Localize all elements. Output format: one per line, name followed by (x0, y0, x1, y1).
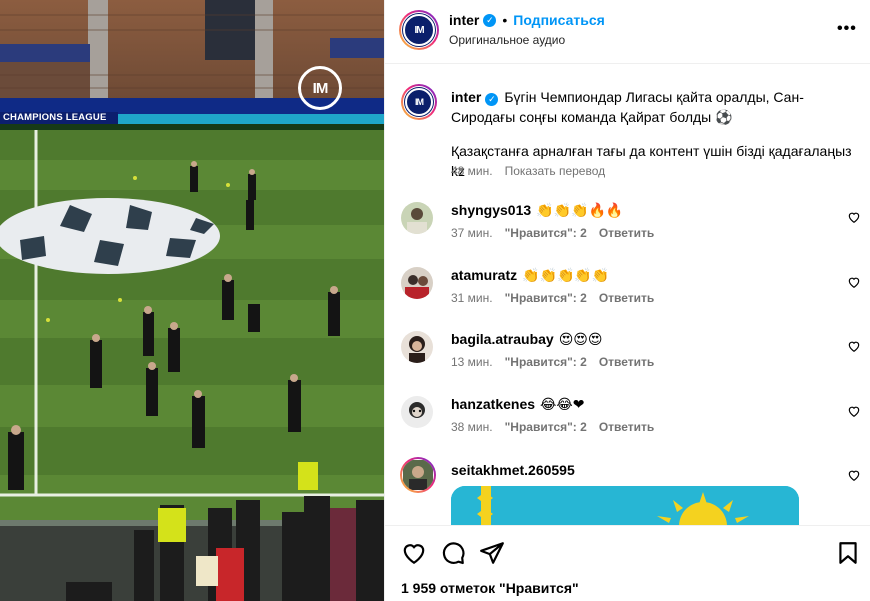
more-options-icon[interactable]: ••• (837, 20, 857, 38)
comment-time[interactable]: 38 мин. (451, 420, 493, 434)
separator: • (502, 12, 508, 28)
commenter-photo (403, 460, 433, 490)
comment-time[interactable]: 37 мин. (451, 226, 493, 240)
verified-badge-icon: ✓ (485, 92, 499, 106)
comment-likes[interactable]: "Нравится": 2 (505, 291, 587, 305)
comment-likes[interactable]: "Нравится": 2 (505, 420, 587, 434)
follow-button[interactable]: Подписаться (513, 12, 605, 28)
like-heart-icon[interactable] (401, 540, 427, 566)
comment-time[interactable]: 13 мин. (451, 355, 493, 369)
inter-logo-icon: IM (405, 88, 433, 116)
post-header: IM inter ✓ • Подписаться Оригинальное ау… (385, 0, 870, 64)
audio-link[interactable]: Оригинальное аудио (449, 33, 565, 47)
comment-username[interactable]: seitakhmet.260595 (451, 462, 575, 478)
reply-button[interactable]: Ответить (599, 355, 654, 369)
post-panel: IM inter ✓ • Подписаться Оригинальное ау… (384, 0, 870, 601)
reply-button[interactable]: Ответить (599, 291, 654, 305)
comment-item: bagila.atraubay 😍😍😍 13 мин. "Нравится": 2… (401, 331, 861, 381)
comment-username[interactable]: atamuratz (451, 267, 517, 283)
comment-item: hanzatkenes 😂😂❤ 38 мин. "Нравится": 2 Отв… (401, 396, 861, 446)
likes-count[interactable]: 1 959 отметок "Нравится" (401, 580, 579, 596)
commenter-avatar[interactable] (401, 267, 433, 299)
author-avatar[interactable]: IM (399, 10, 439, 50)
like-comment-heart-icon[interactable] (847, 210, 861, 224)
post-video[interactable]: CHAMPIONS LEAGUE IM (0, 0, 384, 601)
caption-username[interactable]: inter (451, 89, 481, 105)
caption-meta: 48 мин. Показать перевод (451, 164, 605, 178)
post-actions: 1 959 отметок "Нравится" (385, 525, 870, 601)
commenter-avatar[interactable] (401, 202, 433, 234)
comment-bubble-icon[interactable] (440, 540, 466, 566)
commenter-avatar[interactable] (400, 457, 436, 493)
reply-button[interactable]: Ответить (599, 420, 654, 434)
commenter-avatar[interactable] (401, 396, 433, 428)
like-comment-heart-icon[interactable] (847, 275, 861, 289)
comment-item: atamuratz 👏👏👏👏👏 31 мин. "Нравится": 2 Отв… (401, 267, 861, 317)
inter-logo-watermark-icon: IM (298, 66, 342, 110)
like-comment-heart-icon[interactable] (847, 404, 861, 418)
like-comment-heart-icon[interactable] (847, 468, 861, 482)
flag-graphic (451, 486, 799, 526)
comment-likes[interactable]: "Нравится": 2 (505, 226, 587, 240)
comment-text: 😍😍😍 (558, 331, 603, 347)
reply-button[interactable]: Ответить (599, 226, 654, 240)
comment-username[interactable]: hanzatkenes (451, 396, 535, 412)
caption-time[interactable]: 48 мин. (451, 164, 493, 178)
caption-text: inter ✓ Бүгін Чемпиондар Лигасы қайта орал… (451, 87, 861, 127)
comment-item: shyngys013 👏👏👏🔥🔥 37 мин. "Нравится": 2 От… (401, 202, 861, 252)
comment-image-kazakhstan-flag[interactable] (451, 486, 799, 526)
comment-text: 👏👏👏👏👏 (522, 267, 610, 283)
comment-text: 😂😂❤ (540, 396, 585, 412)
author-row: inter ✓ • Подписаться (449, 12, 605, 28)
caption-line-1: Бүгін Чемпиондар Лигасы қайта оралды, Са… (451, 89, 804, 125)
verified-badge-icon: ✓ (483, 13, 497, 27)
inter-logo-icon: IM (403, 14, 435, 46)
comment-time[interactable]: 31 мин. (451, 291, 493, 305)
comment-likes[interactable]: "Нравится": 2 (505, 355, 587, 369)
commenter-avatar[interactable] (401, 331, 433, 363)
comment-username[interactable]: shyngys013 (451, 202, 531, 218)
share-paper-plane-icon[interactable] (479, 540, 505, 566)
comment-text: 👏👏👏🔥🔥 (536, 202, 624, 218)
like-comment-heart-icon[interactable] (847, 339, 861, 353)
champions-league-banner: CHAMPIONS LEAGUE (3, 112, 107, 123)
comment-username[interactable]: bagila.atraubay (451, 331, 554, 347)
save-bookmark-icon[interactable] (835, 540, 861, 566)
show-translation-link[interactable]: Показать перевод (505, 164, 606, 178)
author-username[interactable]: inter (449, 12, 479, 28)
caption-avatar[interactable]: IM (401, 84, 437, 120)
